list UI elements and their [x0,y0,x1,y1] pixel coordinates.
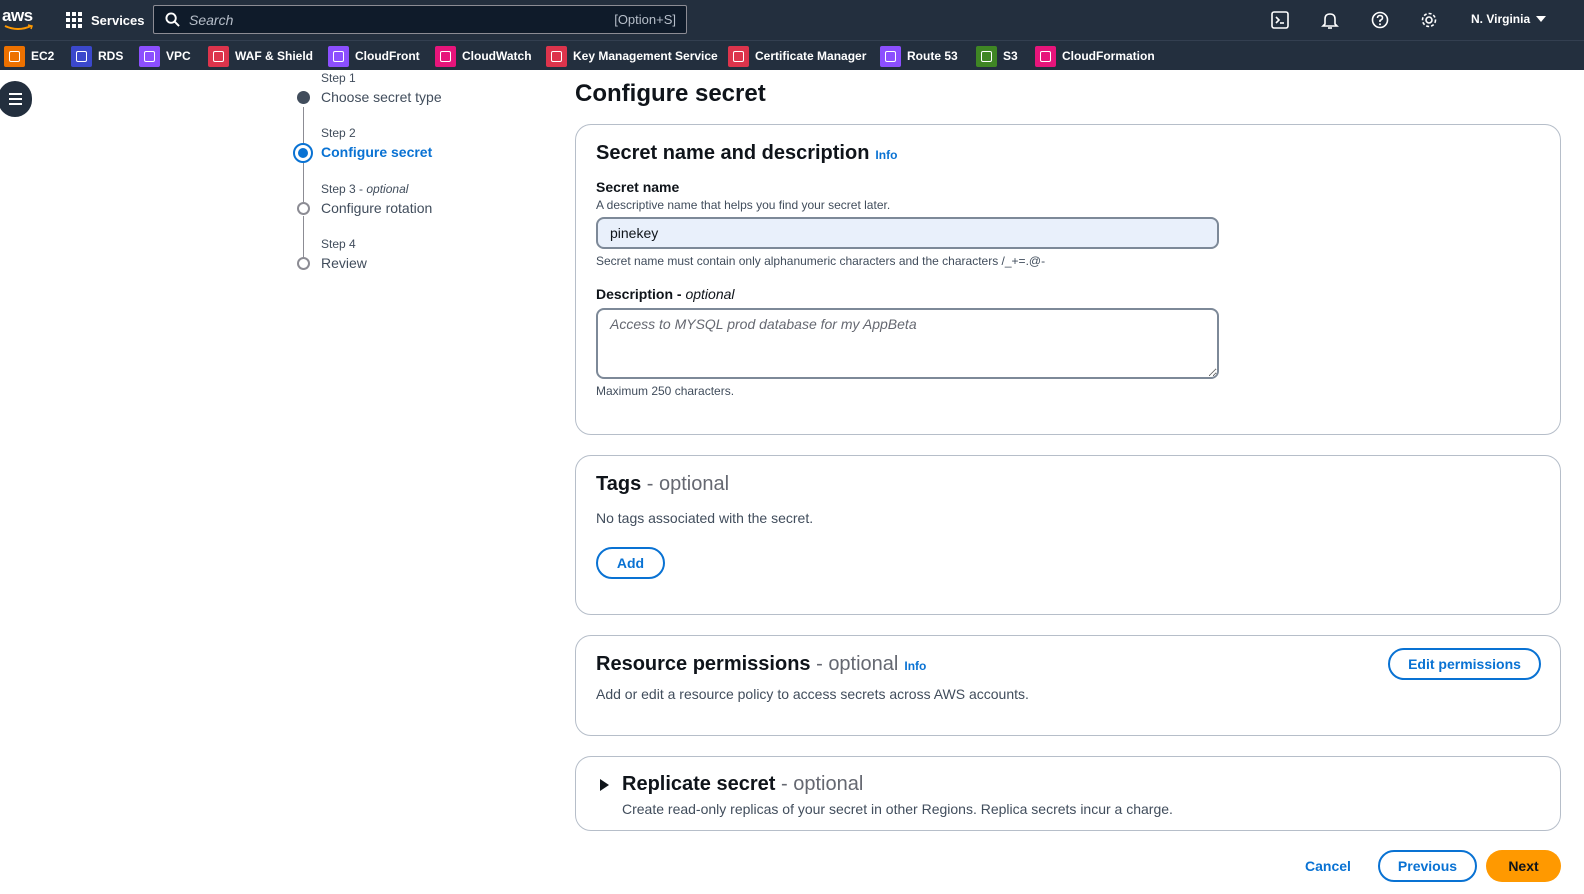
service-icon [71,45,92,67]
step-1-link[interactable]: Choose secret type [321,89,442,105]
services-label: Services [91,12,145,28]
aws-logo-text: aws [2,6,33,25]
menu-toggle-button[interactable] [0,81,32,117]
favorite-label: WAF & Shield [235,49,313,63]
description-textarea[interactable] [596,308,1219,379]
service-icon [880,45,901,67]
resource-permissions-text: Add or edit a resource policy to access … [596,686,1029,702]
bell-icon[interactable] [1321,11,1339,29]
secret-name-input[interactable] [596,217,1219,249]
step-3-indicator [297,202,310,215]
search-shortcut: [Option+S] [614,12,676,27]
replicate-secret-panel[interactable]: Replicate secret - optional Create read-… [575,756,1561,831]
aws-logo[interactable]: aws [2,6,36,34]
step-connector [303,107,304,147]
replicate-secret-header[interactable]: Replicate secret - optional [622,773,863,796]
favorite-label: RDS [98,49,124,63]
favorite-s3[interactable]: S3 [976,45,1018,67]
resource-permissions-panel: Resource permissions - optional Info Add … [575,635,1561,736]
grid-icon [66,12,82,28]
tags-panel-header: Tags - optional [596,473,730,495]
secret-name-panel: Secret name and description Info Secret n… [575,124,1561,435]
favorite-label: CloudFront [355,49,420,63]
page-title: Configure secret [575,80,766,107]
step-1-label: Step 1 [321,71,356,85]
service-icon [208,45,229,67]
info-link[interactable]: Info [875,148,897,162]
info-link[interactable]: Info [904,659,926,673]
previous-button[interactable]: Previous [1378,850,1477,882]
step-4-label: Step 4 [321,237,356,251]
step-4-link: Review [321,255,367,271]
description-label: Description - optional [596,286,735,302]
favorite-waf-shield[interactable]: WAF & Shield [208,45,313,67]
step-connector [303,163,304,202]
service-icon [139,45,160,67]
resource-permissions-header: Resource permissions - optional Info [596,653,927,675]
favorite-label: EC2 [31,49,55,63]
favorite-label: Key Management Service [573,49,718,63]
description-constraint: Maximum 250 characters. [596,384,735,398]
secret-name-constraint: Secret name must contain only alphanumer… [596,254,1046,268]
favorites-bar: EC2 RDS VPC WAF & Shield CloudFront CloudWatc… [0,40,1584,70]
favorite-label: CloudFormation [1062,49,1155,63]
caret-down-icon [1536,16,1547,22]
tags-panel: Tags - optional No tags associated with … [575,455,1561,615]
secret-name-panel-header: Secret name and description Info [596,142,898,164]
region-selector[interactable]: N. Virginia [1471,12,1547,26]
search-icon [165,12,180,27]
cloudshell-icon[interactable] [1271,11,1289,29]
favorite-label: Route 53 [907,49,958,63]
help-icon[interactable] [1371,11,1389,29]
service-icon [435,45,456,67]
step-4-indicator [297,257,310,270]
favorite-rds[interactable]: RDS [71,45,123,67]
service-icon [728,45,749,67]
favorite-key-management-service[interactable]: Key Management Service [546,45,718,67]
region-label: N. Virginia [1471,12,1531,26]
edit-permissions-button[interactable]: Edit permissions [1388,648,1541,680]
smile-icon [4,24,33,30]
favorite-ec2[interactable]: EC2 [4,45,54,67]
secret-name-label: Secret name [596,179,680,195]
next-button[interactable]: Next [1486,850,1561,882]
gear-icon[interactable] [1420,11,1438,29]
top-navigation: aws Services [Option+S] N. Virginia [0,0,1584,40]
step-3-link: Configure rotation [321,200,433,216]
service-icon [976,45,997,67]
step-1-indicator [297,91,310,104]
step-2-indicator [293,143,313,163]
search-input[interactable] [189,11,615,28]
service-icon [328,45,349,67]
favorite-certificate-manager[interactable]: Certificate Manager [728,45,866,67]
favorite-label: CloudWatch [462,49,532,63]
service-icon [546,45,567,67]
add-tag-button[interactable]: Add [596,547,665,579]
step-2-link: Configure secret [321,144,433,160]
favorite-label: S3 [1003,49,1018,63]
favorite-route-53[interactable]: Route 53 [880,45,958,67]
secret-name-description: A descriptive name that helps you find y… [596,198,891,212]
service-icon [1035,45,1056,67]
favorite-cloudwatch[interactable]: CloudWatch [435,45,532,67]
caret-right-icon[interactable] [600,779,609,791]
favorite-cloudformation[interactable]: CloudFormation [1035,45,1155,67]
step-3-optional: optional [366,182,409,196]
favorite-cloudfront[interactable]: CloudFront [328,45,420,67]
description-optional: optional [685,286,735,302]
services-menu-button[interactable]: Services [66,10,145,30]
step-connector [303,216,304,258]
favorite-vpc[interactable]: VPC [139,45,191,67]
replicate-secret-text: Create read-only replicas of your secret… [622,801,1173,817]
service-icon [4,45,25,67]
step-2-label: Step 2 [321,126,356,140]
favorite-label: VPC [166,49,191,63]
favorite-label: Certificate Manager [755,49,867,63]
no-tags-text: No tags associated with the secret. [596,510,814,526]
search-box[interactable]: [Option+S] [153,5,687,34]
step-3-label: Step 3 - optional [321,182,409,196]
cancel-button[interactable]: Cancel [1305,858,1351,874]
